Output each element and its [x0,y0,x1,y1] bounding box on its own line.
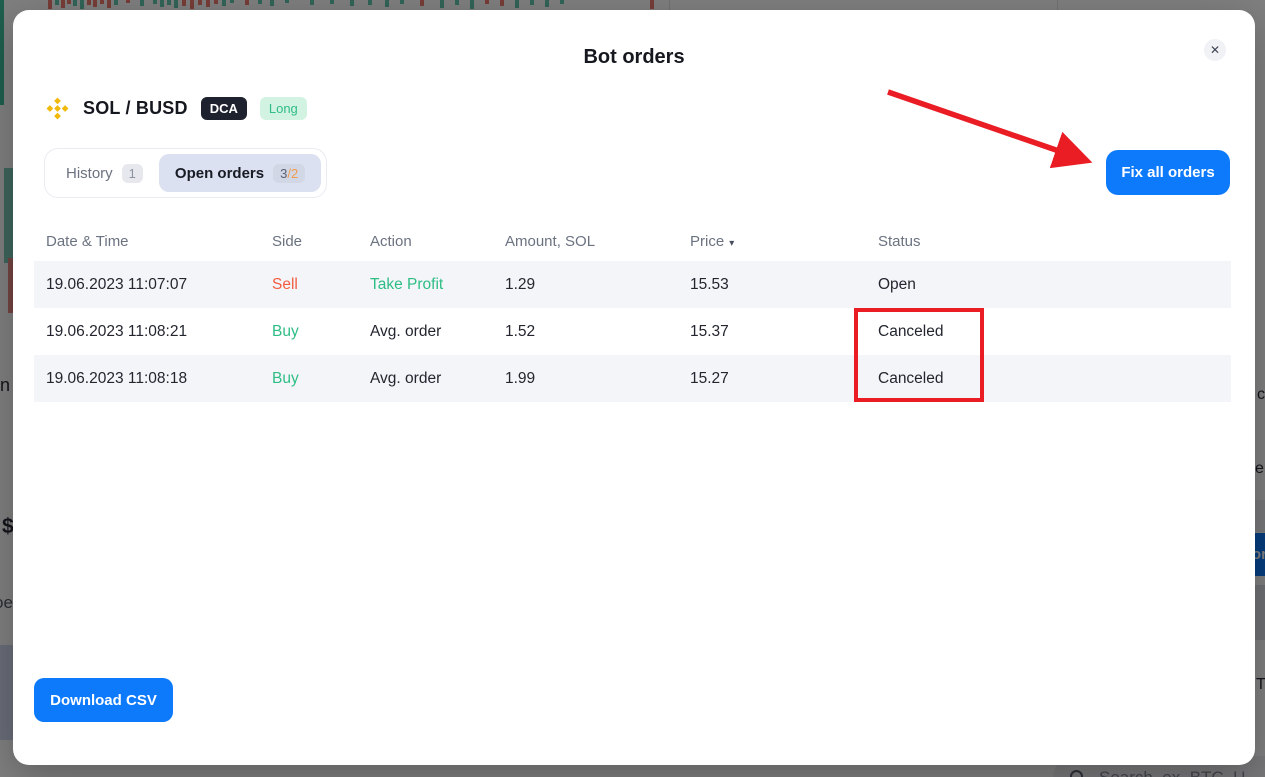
table-header: Date & Time Side Action Amount, SOL Pric… [34,222,1231,261]
cell-amount: 1.52 [493,323,678,341]
cell-side: Buy [260,370,358,388]
orders-table: Date & Time Side Action Amount, SOL Pric… [34,222,1231,402]
table-row: 19.06.2023 11:08:21BuyAvg. order1.5215.3… [34,308,1231,355]
cell-price: 15.27 [678,370,866,388]
tab-count-badge: 3/2 [273,164,305,183]
fix-all-orders-button[interactable]: Fix all orders [1106,150,1230,195]
cell-datetime: 19.06.2023 11:07:07 [34,276,260,294]
tab-label: Open orders [175,165,264,182]
column-header-action: Action [358,233,493,250]
table-body: 19.06.2023 11:07:07SellTake Profit1.2915… [34,261,1231,402]
cell-datetime: 19.06.2023 11:08:18 [34,370,260,388]
cell-amount: 1.29 [493,276,678,294]
cell-price: 15.53 [678,276,866,294]
cell-status: Open [866,276,1231,294]
cell-action: Take Profit [358,276,493,294]
pair-header: SOL / BUSD DCA Long [45,96,307,121]
tab-history[interactable]: History 1 [50,154,159,192]
table-row: 19.06.2023 11:08:18BuyAvg. order1.9915.2… [34,355,1231,402]
column-header-amount: Amount, SOL [493,233,678,250]
bot-orders-modal: Bot orders ✕ SOL / BUSD DCA Long History… [13,10,1255,765]
column-header-side: Side [260,233,358,250]
cell-side: Buy [260,323,358,341]
column-header-price-sort[interactable]: Price▾ [678,233,866,250]
cell-datetime: 19.06.2023 11:08:21 [34,323,260,341]
binance-icon [45,96,70,121]
cell-amount: 1.99 [493,370,678,388]
table-row: 19.06.2023 11:07:07SellTake Profit1.2915… [34,261,1231,308]
tab-open-orders[interactable]: Open orders 3/2 [159,154,321,192]
download-csv-button[interactable]: Download CSV [34,678,173,722]
strategy-badge: DCA [201,97,247,120]
tab-count-badge: 1 [122,164,143,183]
tab-label: History [66,165,113,182]
modal-title: Bot orders [13,46,1255,69]
cell-price: 15.37 [678,323,866,341]
column-header-status: Status [866,233,1231,250]
close-icon[interactable]: ✕ [1204,39,1226,61]
direction-badge: Long [260,97,307,120]
cell-status: Canceled [866,323,1231,341]
sort-caret-icon: ▾ [729,238,734,249]
cell-status: Canceled [866,370,1231,388]
pair-name: SOL / BUSD [83,98,188,119]
column-header-date: Date & Time [34,233,260,250]
cell-action: Avg. order [358,370,493,388]
orders-tabs: History 1 Open orders 3/2 [44,148,327,198]
cell-side: Sell [260,276,358,294]
cell-action: Avg. order [358,323,493,341]
